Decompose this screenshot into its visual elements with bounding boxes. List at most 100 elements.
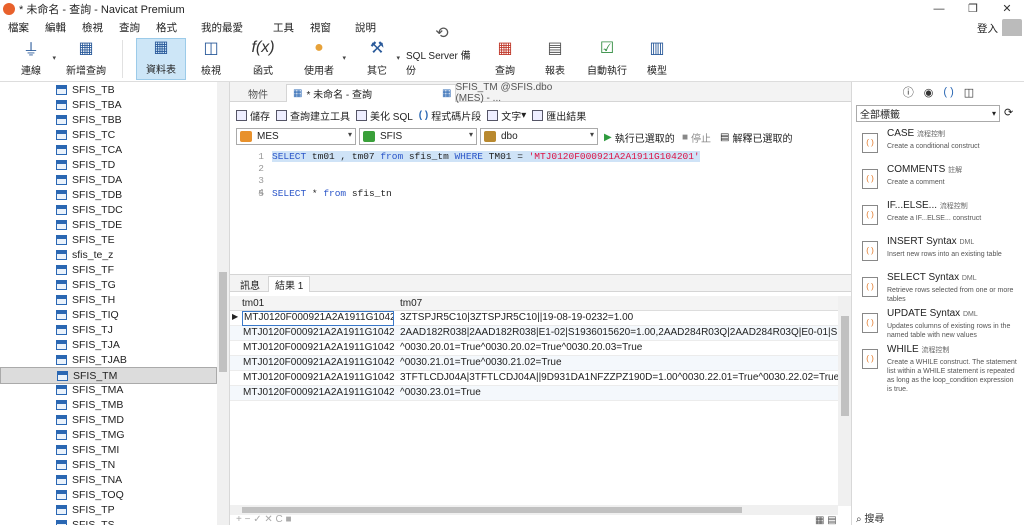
tab-untitled-query[interactable]: ▦ * 未命名 - 查詢 <box>286 84 456 102</box>
snippet-item[interactable]: ( ) UPDATE Syntax DML Updates columns of e… <box>856 307 1022 341</box>
save-button[interactable]: 儲存 <box>236 108 270 123</box>
tree-item[interactable]: SFIS_TG <box>0 277 217 292</box>
column-header-tm01[interactable]: tm01 <box>242 298 264 309</box>
tab-messages[interactable]: 訊息 <box>234 276 266 292</box>
snippet-item[interactable]: ( ) CASE 流程控制 Create a conditional constru… <box>856 127 1022 161</box>
tree-item[interactable]: SFIS_TN <box>0 457 217 472</box>
database-select[interactable]: SFIS ▾ <box>359 128 477 145</box>
snippet-item[interactable]: ( ) SELECT Syntax DML Retrieve rows select… <box>856 271 1022 305</box>
cell-tm07[interactable]: 3TFTLCDJ04A|3TFTLCDJ04A||9D931DA1NFZZPZ1… <box>400 372 838 385</box>
cell-tm01[interactable]: MTJ0120F000921A2A1911G104201 <box>242 327 394 340</box>
tree-item[interactable]: SFIS_TH <box>0 292 217 307</box>
cell-tm07[interactable]: 3ZTSPJR5C10|3ZTSPJR5C10||19-08-19-0232=1… <box>400 312 838 325</box>
cell-tm01[interactable]: MTJ0120F000921A2A1911G104201 <box>242 342 394 355</box>
tree-item[interactable]: SFIS_TC <box>0 127 217 142</box>
sql-editor[interactable]: 1 2 3 4 5 SELECT tm01 , tm07 from sfis_t… <box>230 148 852 268</box>
function-button[interactable]: f(x) 函式 <box>246 38 280 80</box>
tree-item[interactable]: sfis_te_z <box>0 247 217 262</box>
new-query-button[interactable]: ▦ 新增查詢 <box>64 38 108 80</box>
refresh-icon[interactable]: ⟳ <box>1004 106 1013 119</box>
tree-item[interactable]: SFIS_TNA <box>0 472 217 487</box>
table-row[interactable]: MTJ0120F000921A2A1911G104201 ^0030.20.01=… <box>230 341 838 356</box>
snippet-item[interactable]: ( ) IF...ELSE... 流程控制 Create a IF...ELSE..… <box>856 199 1022 233</box>
beautify-sql-button[interactable]: 美化 SQL <box>356 108 413 123</box>
close-button[interactable]: ✕ <box>990 0 1024 18</box>
tree-item[interactable]: SFIS_TOQ <box>0 487 217 502</box>
schema-select[interactable]: dbo ▾ <box>480 128 598 145</box>
tree-item[interactable]: SFIS_TD <box>0 157 217 172</box>
menu-file[interactable]: 檔案 <box>0 20 37 35</box>
table-row[interactable]: MTJ0120F000921A2A1911G104201 2AAD182R038|… <box>230 326 838 341</box>
explain-selected-button[interactable]: ▤ 解釋已選取的 <box>720 130 792 145</box>
tree-item[interactable]: SFIS_TMD <box>0 412 217 427</box>
sql-server-backup-button[interactable]: ⟲ SQL Server 備份 <box>406 25 478 80</box>
menu-favorites[interactable]: 我的最愛 <box>193 20 251 35</box>
tree-item[interactable]: SFIS_TDC <box>0 202 217 217</box>
tree-item[interactable]: SFIS_TF <box>0 262 217 277</box>
code-snippet-button[interactable]: ( ) 程式碼片段 <box>419 108 481 123</box>
connect-button[interactable]: ⏚ 連線 ▾ <box>14 38 56 80</box>
table-button[interactable]: ▦ 資料表 <box>136 38 186 80</box>
menu-query[interactable]: 查詢 <box>111 20 148 35</box>
query-button[interactable]: ▦ 查詢 <box>490 38 520 80</box>
tree-item[interactable]: SFIS_TMI <box>0 442 217 457</box>
tab-objects[interactable]: 物件 <box>242 84 274 102</box>
grid-vertical-scrollbar[interactable] <box>838 296 852 506</box>
grid-view-toggle[interactable]: ▦ ▤ <box>815 515 837 526</box>
menu-format[interactable]: 格式 <box>148 20 185 35</box>
export-results-button[interactable]: 匯出結果 <box>532 108 586 123</box>
tree-item[interactable]: SFIS_TB <box>0 82 217 97</box>
snippet-item[interactable]: ( ) INSERT Syntax DML Insert new rows into… <box>856 235 1022 269</box>
text-button[interactable]: 文字 ▾ <box>487 108 526 123</box>
table-row[interactable]: MTJ0120F000921A2A1911G104201 3TFTLCDJ04A|… <box>230 371 838 386</box>
table-row[interactable]: MTJ0120F000921A2A1911G104201 ^0030.23.01=… <box>230 386 838 401</box>
others-button[interactable]: ⚒ 其它 ▾ <box>362 38 400 80</box>
tree-scrollbar[interactable] <box>217 82 229 525</box>
cell-tm01[interactable]: MTJ0120F000921A2A1911G104201 <box>242 357 394 370</box>
snippet-category-select[interactable]: 全部標籤 ▾ <box>856 105 1000 122</box>
snippet-search[interactable]: ⌕ 搜尋 <box>856 510 884 525</box>
tree-item[interactable]: SFIS_TDE <box>0 217 217 232</box>
cell-tm01[interactable]: MTJ0120F000921A2A1911G104201 <box>242 387 394 400</box>
tree-item[interactable]: SFIS_TBA <box>0 97 217 112</box>
tree-item[interactable]: SFIS_TCA <box>0 142 217 157</box>
cell-tm01[interactable]: MTJ0120F000921A2A1911G104201 <box>242 372 394 385</box>
menu-window[interactable]: 視窗 <box>302 20 339 35</box>
tree-item[interactable]: SFIS_TDB <box>0 187 217 202</box>
cell-tm07[interactable]: ^0030.20.01=True^0030.20.02=True^0030.20… <box>400 342 838 355</box>
tree-item[interactable]: SFIS_TJAB <box>0 352 217 367</box>
tree-item[interactable]: SFIS_TMB <box>0 397 217 412</box>
tree-item[interactable]: SFIS_TJA <box>0 337 217 352</box>
grid-view-icon[interactable]: ▦ <box>815 515 824 526</box>
cell-tm07[interactable]: 2AAD182R038|2AAD182R038|E1-02|S193601562… <box>400 327 838 340</box>
menu-help[interactable]: 說明 <box>347 20 384 35</box>
info-icon[interactable]: ⓘ <box>903 84 914 100</box>
tree-item[interactable]: SFIS_TS <box>0 517 217 525</box>
eye-icon[interactable]: ◉ <box>924 86 934 99</box>
snippet-item[interactable]: ( ) COMMENTS 註解 Create a comment <box>856 163 1022 197</box>
tree-item[interactable]: SFIS_TMG <box>0 427 217 442</box>
tree-item[interactable]: SFIS_TMA <box>0 382 217 397</box>
maximize-button[interactable]: ❐ <box>956 0 990 18</box>
view-button[interactable]: ◫ 檢視 <box>194 38 228 80</box>
tab-result-1[interactable]: 結果 1 <box>268 276 311 292</box>
braces-icon[interactable]: ( ) <box>943 86 953 98</box>
stop-button[interactable]: ■ 停止 <box>682 130 711 145</box>
cell-tm07[interactable]: ^0030.21.01=True^0030.21.02=True <box>400 357 838 370</box>
tab-table-sfis-tm[interactable]: ▦ SFIS_TM @SFIS.dbo (MES) - ... <box>436 82 586 104</box>
tree-item[interactable]: SFIS_TE <box>0 232 217 247</box>
tree-item[interactable]: SFIS_TDA <box>0 172 217 187</box>
cell-tm01[interactable]: MTJ0120F000921A2A1911G104201 <box>242 311 394 326</box>
table-row[interactable]: ▶ MTJ0120F000921A2A1911G104201 3ZTSPJR5C10… <box>230 311 838 326</box>
panel-layout-icon[interactable]: ◫ <box>964 86 974 99</box>
menu-view[interactable]: 檢視 <box>74 20 111 35</box>
connection-select[interactable]: MES ▾ <box>236 128 356 145</box>
tree-item[interactable]: SFIS_TP <box>0 502 217 517</box>
grid-horizontal-scrollbar[interactable] <box>230 505 838 515</box>
table-row[interactable]: MTJ0120F000921A2A1911G104201 ^0030.21.01=… <box>230 356 838 371</box>
form-view-icon[interactable]: ▤ <box>827 515 836 526</box>
snippet-item[interactable]: ( ) WHILE 流程控制 Create a WHILE construct. T… <box>856 343 1022 393</box>
schedule-button[interactable]: ☑ 自動執行 <box>586 38 628 80</box>
query-builder-button[interactable]: 查詢建立工具 <box>276 108 350 123</box>
menu-edit[interactable]: 編輯 <box>37 20 74 35</box>
